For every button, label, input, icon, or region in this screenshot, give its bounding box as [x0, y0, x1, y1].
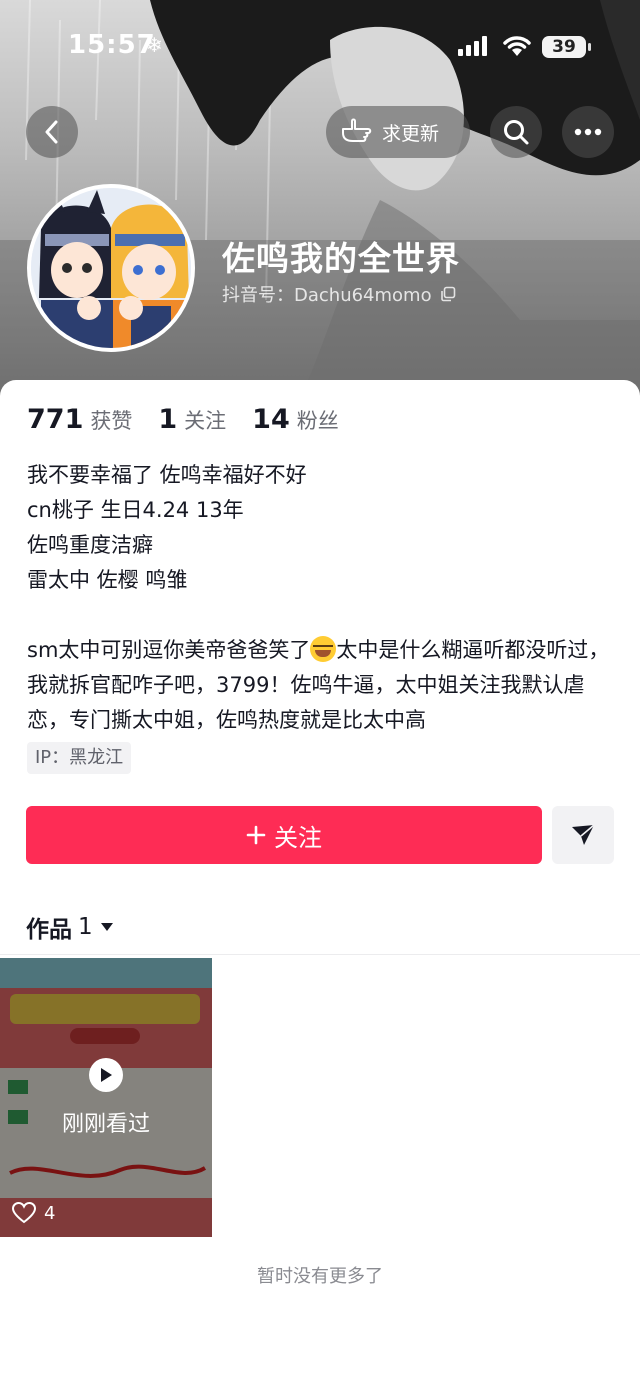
follow-label: 关注 [274, 823, 322, 852]
avatar[interactable] [27, 184, 195, 352]
profile-bio: 我不要幸福了 佐鸣幸福好不好 cn桃子 生日4.24 13年 佐鸣重度洁癖 雷太… [27, 458, 613, 738]
stat-value: 771 [27, 404, 84, 435]
works-tab-label: 作品 [26, 917, 72, 943]
status-bar: 15:57 ❄ 39 [0, 0, 640, 96]
stat-likes[interactable]: 771 获赞 [27, 404, 132, 435]
stat-label: 粉丝 [296, 409, 339, 433]
recently-watched-label: 刚刚看过 [61, 1112, 150, 1137]
bio-text: sm太中可别逗你美帝爸爸笑了 [27, 638, 311, 662]
wifi-icon [503, 36, 531, 56]
battery-icon: 39 [542, 36, 591, 58]
search-button[interactable] [490, 106, 542, 158]
profile-stats: 771 获赞 1 关注 14 粉丝 [27, 404, 365, 435]
bio-line: 雷太中 佐樱 鸣雏 [27, 568, 188, 592]
stat-following[interactable]: 1 关注 [158, 404, 226, 435]
bio-line: cn桃子 生日4.24 13年 [27, 498, 244, 522]
ip-location-tag: IP：黑龙江 [27, 742, 132, 774]
avatar-illustration [31, 188, 191, 348]
stat-followers[interactable]: 14 粉丝 [252, 404, 339, 435]
bio-blank-line [27, 598, 613, 633]
snowflake-icon: ❄ [146, 33, 163, 57]
send-message-button[interactable] [552, 806, 614, 864]
tab-works[interactable]: 作品 1 [26, 910, 115, 944]
stat-value: 1 [158, 404, 178, 435]
heart-icon [12, 1202, 36, 1224]
stat-value: 14 [252, 404, 290, 435]
douyin-id: 抖音号：Dachu64momo [222, 281, 456, 307]
video-thumbnail[interactable]: 刚刚看过 4 [0, 958, 212, 1237]
douyin-id-text: 抖音号：Dachu64momo [222, 285, 432, 306]
bio-line: 佐鸣重度洁癖 [27, 533, 153, 557]
battery-level: 39 [552, 37, 576, 57]
follow-button[interactable]: 关注 [26, 806, 542, 864]
works-count: 1 [78, 914, 93, 940]
request-update-label: 求更新 [382, 122, 440, 145]
pointing-hand-icon [342, 118, 372, 142]
more-dots-icon [574, 128, 602, 136]
likes-count: 4 [44, 1202, 56, 1224]
thumbnail-overlay [0, 958, 212, 1237]
divider [0, 954, 640, 955]
stat-label: 获赞 [90, 409, 133, 433]
status-time: 15:57 [68, 30, 156, 60]
plus-icon [246, 825, 266, 845]
no-more-content-label: 暂时没有更多了 [257, 1266, 383, 1287]
bio-paragraph: sm太中可别逗你美帝爸爸笑了 太中是什么糊逼听都没听过，我就拆官配咋子吧，3799… [27, 633, 613, 738]
search-icon [504, 120, 529, 145]
request-update-button[interactable]: 求更新 [326, 106, 470, 158]
bio-line: 我不要幸福了 佐鸣幸福好不好 [27, 463, 307, 487]
paper-plane-icon [572, 824, 595, 845]
video-likes: 4 [12, 1202, 55, 1224]
copy-icon[interactable] [440, 286, 456, 302]
profile-card: 771 获赞 1 关注 14 粉丝 我不要幸福了 佐鸣幸福好不好 cn桃子 生日… [0, 380, 640, 1388]
profile-nickname: 佐鸣我的全世界 [222, 239, 460, 278]
laughing-emoji-icon [310, 636, 337, 662]
stat-label: 关注 [184, 409, 227, 433]
more-button[interactable] [562, 106, 614, 158]
profile-banner: 15:57 ❄ 39 求更新 佐鸣我的全世界 抖音号：Dachu64momo [0, 0, 640, 400]
play-icon [89, 1058, 123, 1092]
caret-down-icon [100, 923, 113, 931]
chevron-left-icon [45, 120, 58, 144]
back-button[interactable] [26, 106, 78, 158]
cellular-signal-icon [458, 36, 487, 56]
